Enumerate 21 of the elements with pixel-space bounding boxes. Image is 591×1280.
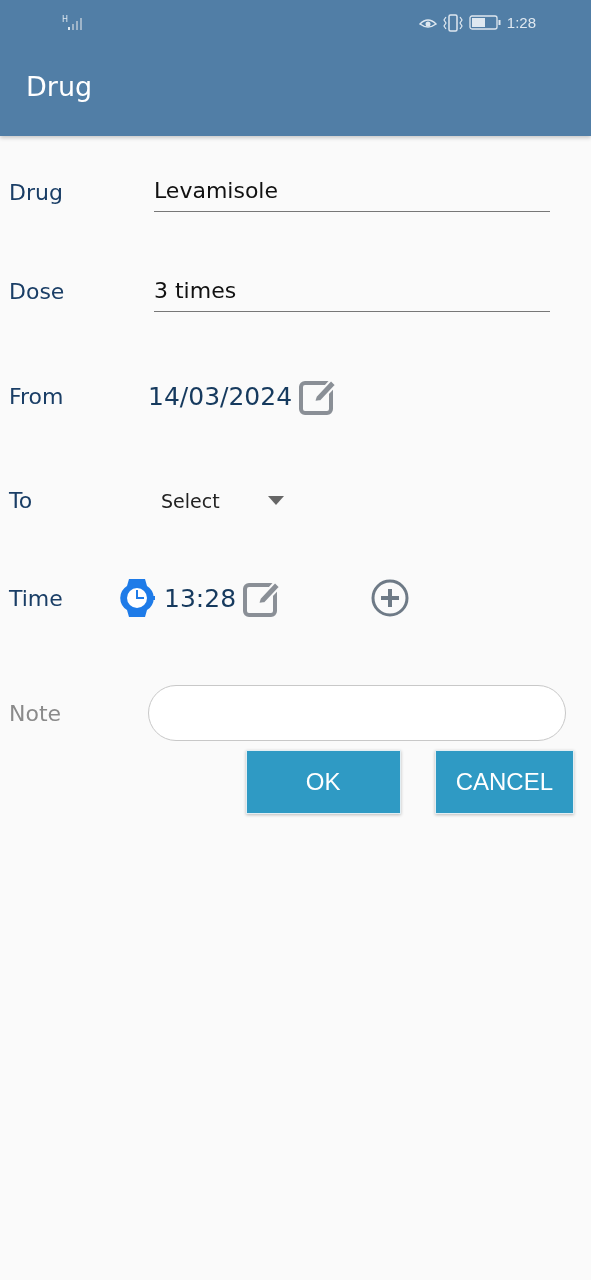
- battery-icon: [468, 15, 501, 30]
- drug-field[interactable]: Levamisole: [154, 172, 550, 212]
- caret-icon: [267, 496, 284, 505]
- field-label: Dose: [9, 279, 66, 304]
- date-value: 14/03/2024: [148, 381, 293, 411]
- watch-icon: [120, 578, 156, 618]
- screen-title: Drug: [26, 71, 93, 102]
- field-label: Time: [9, 585, 64, 611]
- field-label: From: [9, 383, 65, 409]
- add-icon[interactable]: [370, 578, 411, 618]
- network-type: H: [62, 15, 68, 24]
- date-dropdown[interactable]: Select: [161, 489, 284, 512]
- field-label: Note: [9, 700, 63, 726]
- field-label: Drug: [9, 179, 64, 205]
- vibrate-icon: [442, 13, 463, 32]
- signal-icon: [68, 15, 84, 30]
- clock-time: 1:28: [506, 14, 536, 31]
- note-field[interactable]: [148, 685, 566, 741]
- time-value: 13:28: [164, 583, 237, 613]
- field-label: To: [9, 488, 34, 513]
- dose-field[interactable]: 3 times: [154, 271, 550, 312]
